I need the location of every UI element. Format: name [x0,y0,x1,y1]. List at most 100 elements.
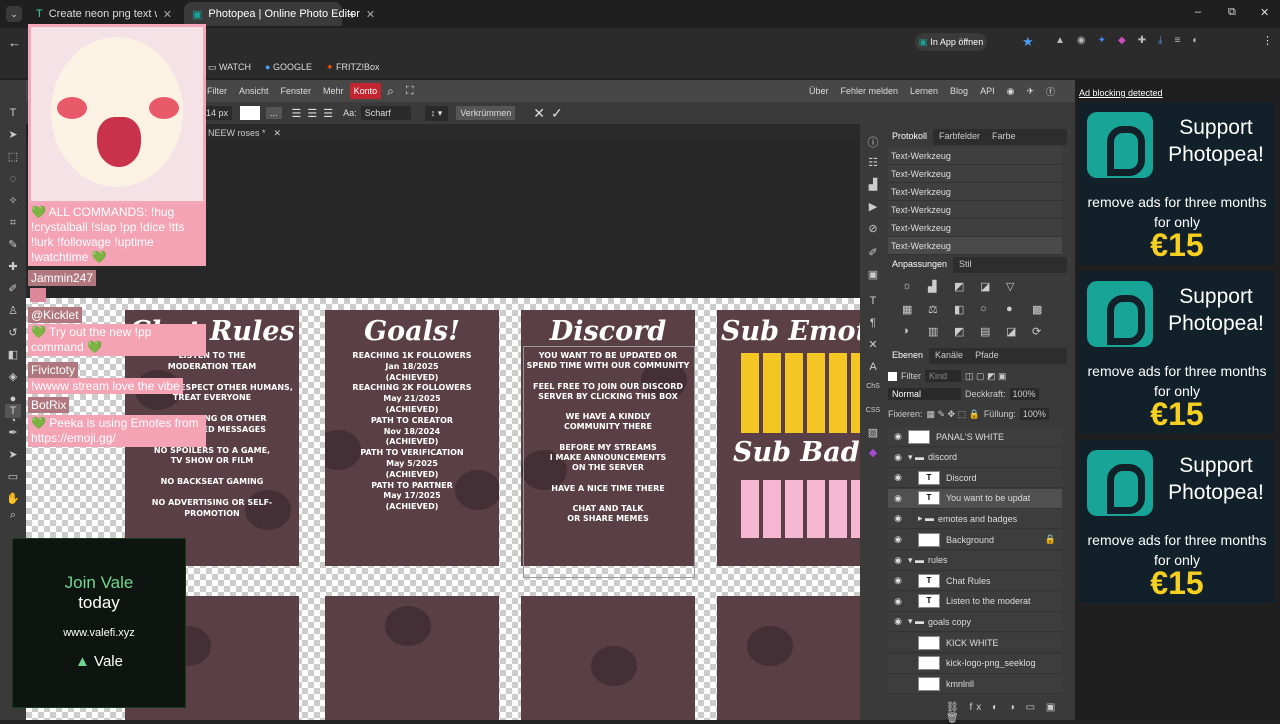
threshold-icon[interactable]: ◩ [954,325,974,342]
visibility-eye-icon[interactable]: ◉ [888,452,908,463]
properties-icon[interactable]: ☷ [865,156,881,170]
character-styles-icon[interactable]: ChS [865,380,881,394]
visibility-eye-icon[interactable]: ◉ [888,513,908,524]
support-ad[interactable]: Support Photopea! remove ads for three mo… [1079,440,1275,603]
exposure-icon[interactable]: ◪ [980,280,1000,297]
tab-list-icon[interactable]: ⌄ [6,6,22,22]
twitter-icon[interactable]: ✈ [1020,86,1040,97]
hand-tool-icon[interactable]: ✋ [5,492,21,506]
extension-icon[interactable]: ✦ [1098,35,1106,49]
paragraph-icon[interactable]: ¶ [865,316,881,330]
maximize-button[interactable]: ⧉ [1228,6,1236,19]
extension-icon[interactable]: ◉ [1077,35,1086,49]
support-ad[interactable]: Support Photopea! remove ads for three mo… [1079,271,1275,434]
css-icon[interactable]: CSS [865,404,881,418]
tab-swatches[interactable]: Farbfelder [933,129,986,145]
folder-icon[interactable]: ▾ ▬ [908,616,924,627]
tab-close-icon[interactable]: ✕ [366,8,375,21]
history-item[interactable]: Text-Werkzeug [888,183,1062,201]
menu-window[interactable]: Fenster [275,86,318,96]
move-tool-icon[interactable]: ➤ [5,128,21,142]
playlist-icon[interactable]: ≡ [1175,35,1181,49]
menu-blog[interactable]: Blog [944,86,974,96]
tools-icon[interactable]: ✕ [865,338,881,352]
close-document-icon[interactable]: ✕ [274,128,282,139]
browser-tab-active[interactable]: ▣ Photopea | Online Photo Editor ✕ [184,2,375,26]
text-tool-icon[interactable]: T [5,106,21,120]
info-icon[interactable]: ⓘ [865,136,881,150]
folder-icon[interactable]: ▾ ▬ [908,452,924,463]
new-tab-button[interactable]: + [348,6,356,22]
levels-icon[interactable]: ▟ [928,280,948,297]
layer-row[interactable]: ◉ T Chat Rules [888,571,1062,592]
search-icon[interactable]: ⌕ [381,84,400,99]
lookup-icon[interactable]: ▩ [1032,303,1052,320]
kind-select[interactable]: Kind [925,370,962,382]
plugin-icon[interactable]: ◆ [865,446,881,460]
swatches-icon[interactable]: ▣ [865,268,881,282]
cancel-icon[interactable]: ✕ [533,105,545,122]
align-right-icon[interactable]: ☰ [323,107,333,120]
gradient-map-icon[interactable]: ▤ [980,325,1000,342]
visibility-eye-icon[interactable]: ◉ [888,596,908,607]
sub-emotes-card[interactable]: Sub Emote Sub Badge [717,310,860,566]
text-bounding-box[interactable] [523,346,695,578]
tab-history[interactable]: Protokoll [886,129,934,145]
replace-color-icon[interactable]: ⟳ [1032,325,1052,342]
hue-icon[interactable]: ▦ [902,303,922,320]
extension-icon[interactable]: ◆ [1118,35,1126,49]
back-arrow-icon[interactable]: ← [8,35,21,50]
menu-account[interactable]: Konto [349,83,382,99]
folder-icon[interactable]: ▸ ▬ [918,513,934,524]
fill-input[interactable]: 100% [1019,408,1049,420]
actions-icon[interactable]: ▶ [865,200,881,214]
star-icon[interactable]: ★ [1022,34,1034,50]
text-color-swatch[interactable] [240,106,261,120]
visibility-eye-icon[interactable]: ◉ [888,493,908,504]
minimize-button[interactable]: – [1195,6,1201,18]
layer-row[interactable]: ◉ ▾ ▬ goals copy [888,612,1062,633]
glyph-icon[interactable]: A [865,360,881,374]
marquee-tool-icon[interactable]: ⬚ [5,150,21,164]
tab-close-icon[interactable]: ✕ [163,8,172,21]
puzzle-icon[interactable]: ✚ [1138,35,1146,49]
layer-row[interactable]: ◉ ▸ ▬ emotes and badges [888,509,1062,530]
tab-adjustments[interactable]: Anpassungen [886,257,954,273]
lock-icons[interactable]: ▦ ✎ ✥ ⬚ 🔒 [927,409,980,420]
font-size-input[interactable]: 14 px [202,106,233,120]
visibility-eye-icon[interactable]: ◉ [888,472,908,483]
menu-more[interactable]: Mehr [317,86,350,96]
photo-filter-icon[interactable]: ○ [980,303,1000,320]
layer-row[interactable]: ◉ ▾ ▬ rules [888,550,1062,571]
visibility-eye-icon[interactable]: ◉ [888,575,908,586]
navigator-icon[interactable]: ⊘ [865,222,881,236]
opacity-input[interactable]: 100% [1009,388,1039,400]
browser-menu-icon[interactable]: ⋮ [1262,34,1273,47]
visibility-eye-icon[interactable]: ◉ [888,555,908,566]
tab-layers[interactable]: Ebenen [886,348,930,364]
tab-color[interactable]: Farbe [986,129,1022,145]
posterize-icon[interactable]: ▥ [928,325,948,342]
visibility-eye-icon[interactable]: ◉ [888,431,908,442]
align-left-icon[interactable]: ☰ [292,107,302,120]
layer-row[interactable]: ◉ T Listen to the moderat [888,591,1062,612]
more-options-button[interactable]: ... [266,107,282,119]
menu-view[interactable]: Ansicht [233,86,275,96]
blend-mode-select[interactable]: Normal [888,388,962,400]
warp-text-button[interactable]: Verkrümmen [456,106,516,120]
filter-checkbox[interactable] [888,371,897,381]
invert-icon[interactable]: ◑ [902,325,922,342]
brush-tool-icon[interactable]: ✐ [5,282,21,296]
color-balance-icon[interactable]: ⚖ [928,303,948,320]
curves-icon[interactable]: ◩ [954,280,974,297]
commit-check-icon[interactable]: ✓ [551,105,563,122]
goals-card[interactable]: Goals! REACHING 1K FOLLOWERS Jan 18/2025… [325,310,499,566]
support-ad[interactable]: Support Photopea! remove ads for three mo… [1079,102,1275,265]
tab-style[interactable]: Stil [953,257,978,273]
character-icon[interactable]: T [865,294,881,308]
close-window-button[interactable]: ✕ [1260,6,1269,19]
layer-row[interactable]: ◉ ▾ ▬ discord [888,447,1062,468]
filter-icons[interactable]: ◫ ▢ ◩ ▣ [965,371,1007,382]
history-item[interactable]: Text-Werkzeug [888,219,1062,237]
layer-row[interactable]: ◉ T You want to be updat [888,488,1062,509]
